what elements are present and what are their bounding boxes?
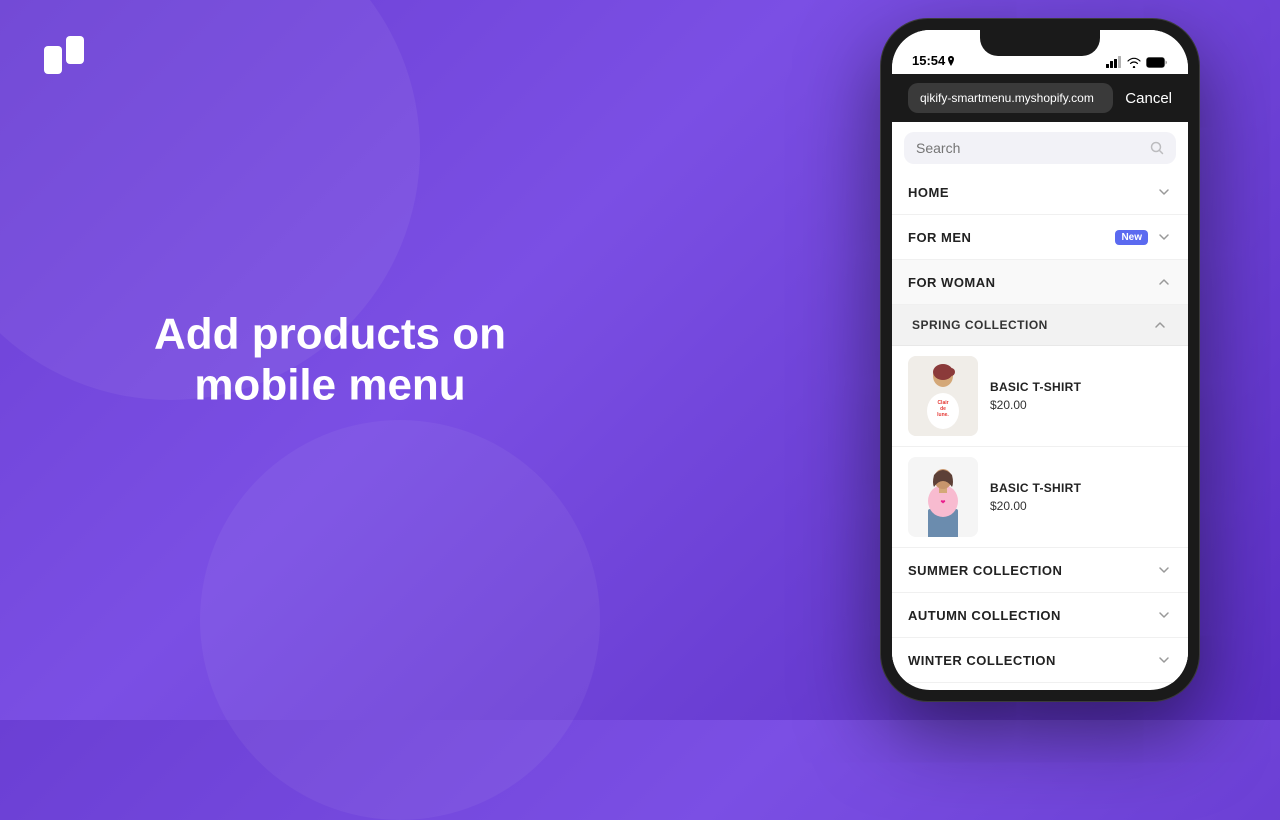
product-1-price: $20.00 — [990, 398, 1172, 412]
search-bar[interactable] — [904, 132, 1176, 164]
products-list: Clair de lune. — [892, 346, 1188, 548]
bg-circle-2 — [200, 420, 600, 820]
search-icon — [1150, 141, 1164, 155]
url-bar: qikify-smartmenu.myshopify.com Cancel — [892, 74, 1188, 122]
headline-line1: Add products on — [154, 309, 506, 358]
svg-text:❤: ❤ — [940, 500, 945, 506]
url-field: qikify-smartmenu.myshopify.com — [908, 83, 1113, 113]
product-item-1[interactable]: Clair de lune. — [892, 346, 1188, 447]
cancel-button[interactable]: Cancel — [1125, 90, 1172, 107]
headline: Add products on mobile menu — [100, 309, 560, 410]
product-image-2-svg: ❤ — [908, 457, 978, 537]
phone-frame: 15:54 — [880, 18, 1200, 702]
autumn-collection-item[interactable]: AUTUMN COLLECTION — [892, 593, 1188, 638]
for-woman-chevron-icon — [1156, 274, 1172, 290]
phone-wrapper: 15:54 — [880, 18, 1200, 702]
logo — [44, 36, 94, 76]
spring-collection-header[interactable]: SPRING COLLECTION — [892, 305, 1188, 346]
for-woman-label: FOR WOMAN — [908, 275, 996, 290]
product-image-1: Clair de lune. — [908, 356, 978, 436]
location-icon — [947, 56, 955, 66]
product-item-2[interactable]: ❤ — [892, 447, 1188, 548]
spring-label: SPRING COLLECTION — [912, 318, 1048, 332]
home-label: HOME — [908, 185, 949, 200]
search-input[interactable] — [916, 140, 1144, 156]
for-men-chevron-icon — [1156, 229, 1172, 245]
product-info-2: BASIC T-SHIRT $20.00 — [990, 481, 1172, 513]
menu-item-for-men[interactable]: FOR MEN New — [892, 215, 1188, 260]
product-1-name: BASIC T-SHIRT — [990, 380, 1172, 394]
autumn-label: AUTUMN COLLECTION — [908, 608, 1061, 623]
new-badge: New — [1115, 230, 1148, 245]
for-woman-section: FOR WOMAN SPRING COLLECTION — [892, 260, 1188, 683]
menu-items: HOME FOR MEN New — [892, 170, 1188, 690]
phone-screen: 15:54 — [892, 30, 1188, 690]
status-time: 15:54 — [912, 53, 955, 68]
product-image-2: ❤ — [908, 457, 978, 537]
battery-icon — [1146, 57, 1168, 68]
notch — [980, 30, 1100, 56]
spring-chevron-icon — [1152, 317, 1168, 333]
time-display: 15:54 — [912, 53, 945, 68]
product-2-price: $20.00 — [990, 499, 1172, 513]
for-woman-header[interactable]: FOR WOMAN — [892, 260, 1188, 305]
for-men-label: FOR MEN — [908, 230, 971, 245]
autumn-chevron-icon — [1156, 607, 1172, 623]
for-men-right: New — [1115, 229, 1172, 245]
winter-chevron-icon — [1156, 652, 1172, 668]
spring-section: SPRING COLLECTION — [892, 305, 1188, 548]
headline-line2: mobile menu — [194, 360, 465, 409]
home-right — [1156, 184, 1172, 200]
menu-item-home[interactable]: HOME — [892, 170, 1188, 215]
summer-collection-item[interactable]: SUMMER COLLECTION — [892, 548, 1188, 593]
product-info-1: BASIC T-SHIRT $20.00 — [990, 380, 1172, 412]
summer-chevron-icon — [1156, 562, 1172, 578]
url-text: qikify-smartmenu.myshopify.com — [920, 91, 1094, 105]
home-chevron-icon — [1156, 184, 1172, 200]
product-image-1-svg: Clair de lune. — [908, 356, 978, 436]
menu-content: HOME FOR MEN New — [892, 122, 1188, 690]
winter-collection-item[interactable]: WINTER COLLECTION — [892, 638, 1188, 683]
product-2-name: BASIC T-SHIRT — [990, 481, 1172, 495]
wifi-icon — [1127, 57, 1141, 68]
svg-text:lune.: lune. — [937, 412, 949, 418]
summer-label: SUMMER COLLECTION — [908, 563, 1062, 578]
signal-icon — [1106, 56, 1122, 68]
winter-label: WINTER COLLECTION — [908, 653, 1056, 668]
status-icons — [1106, 56, 1168, 68]
